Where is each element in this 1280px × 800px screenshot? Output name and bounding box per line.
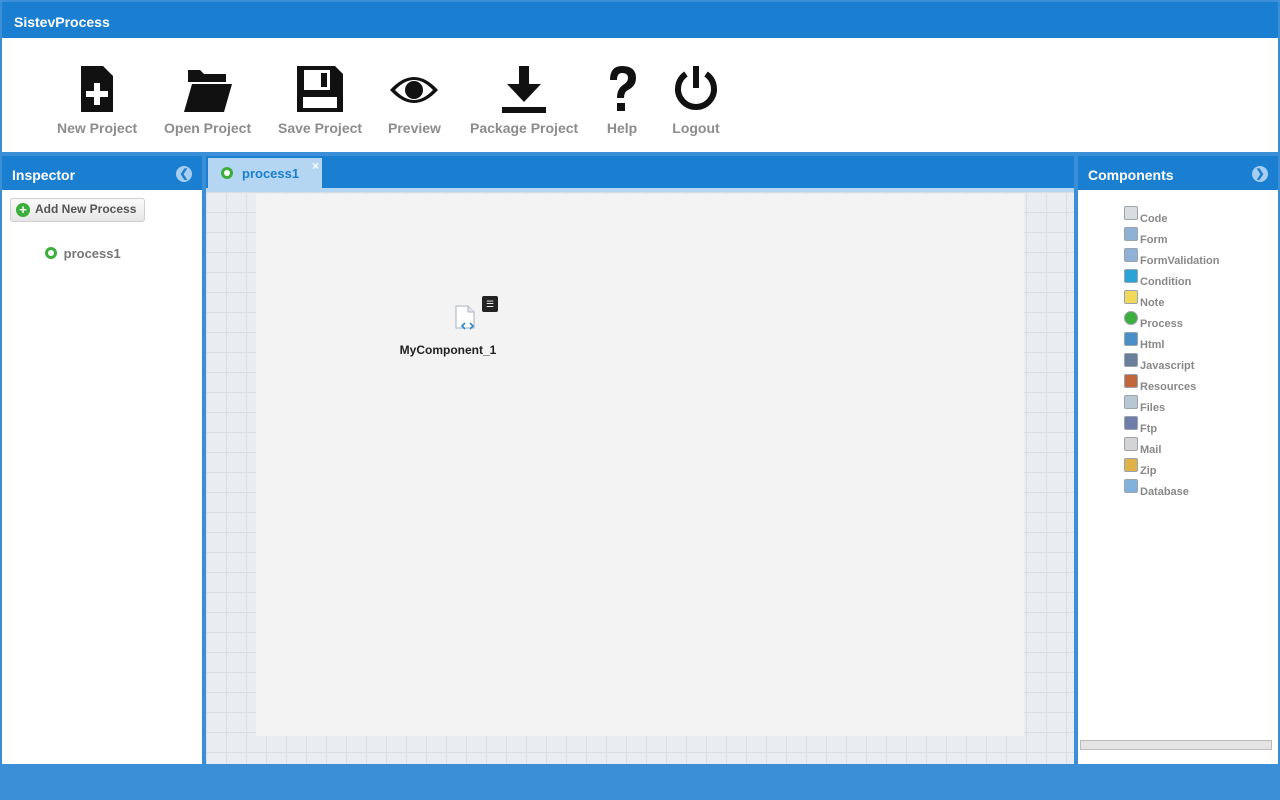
components-list: Code Form FormValidation Condition Note Proce… (1124, 206, 1219, 500)
component-item[interactable]: Database (1124, 479, 1219, 500)
canvas-page[interactable]: MyComponent_1 ☰ (256, 194, 1024, 736)
add-new-process-label: Add New Process (35, 202, 137, 216)
components-header: Components ❯ (1078, 156, 1278, 190)
collapse-right-icon[interactable]: ❯ (1252, 166, 1268, 182)
add-new-process-button[interactable]: + Add New Process (10, 198, 146, 222)
component-item-label: Database (1140, 486, 1189, 498)
note-icon (1124, 290, 1138, 304)
editor-area: process1 × MyComponent_1 ☰ (206, 156, 1074, 764)
logout-button[interactable]: Logout (672, 64, 720, 136)
component-item-label: Mail (1140, 444, 1162, 456)
component-item[interactable]: FormValidation (1124, 248, 1219, 269)
component-item-label: Html (1140, 339, 1165, 351)
new-project-label: New Project (57, 120, 138, 136)
component-item[interactable]: Condition (1124, 269, 1219, 290)
new-project-button[interactable]: New Project (57, 64, 137, 136)
inspector-title: Inspector (12, 167, 76, 183)
component-item-label: Zip (1140, 465, 1157, 477)
help-label: Help (606, 120, 638, 136)
eye-icon (390, 77, 439, 103)
component-item[interactable]: Process (1124, 311, 1219, 332)
component-item[interactable]: Files (1124, 395, 1219, 416)
mail-icon (1124, 437, 1138, 451)
add-icon: + (16, 203, 30, 217)
save-icon (297, 66, 344, 112)
component-item-label: Javascript (1140, 360, 1195, 372)
package-project-label: Package Project (470, 120, 579, 136)
help-button[interactable]: Help (604, 64, 640, 136)
title-bar: SistevProcess (0, 0, 1280, 40)
preview-label: Preview (388, 120, 441, 136)
folder-open-icon (183, 70, 232, 112)
power-icon (675, 66, 717, 110)
component-settings-icon[interactable]: ☰ (482, 296, 498, 312)
ftp-icon (1124, 416, 1138, 430)
horizontal-scrollbar[interactable] (1080, 740, 1272, 750)
component-item-label: Condition (1140, 276, 1192, 288)
help-icon (610, 66, 636, 111)
components-title: Components (1088, 167, 1174, 183)
form-icon (1124, 227, 1138, 241)
component-item[interactable]: Code (1124, 206, 1219, 227)
component-item-label: FormValidation (1140, 255, 1220, 267)
main-toolbar: New Project Open Project Save Project Pr… (2, 38, 1278, 152)
tab-close-icon[interactable]: × (312, 159, 319, 173)
tree-item-label: process1 (63, 246, 121, 261)
status-footer (0, 764, 1280, 800)
component-item-label: Files (1140, 402, 1166, 414)
component-item-label: Process (1140, 318, 1183, 330)
tab-process1[interactable]: process1 × (208, 158, 322, 188)
condition-icon (1124, 269, 1138, 283)
download-icon (502, 66, 547, 113)
components-panel: Components ❯ Code Form FormValidation Condi… (1078, 156, 1278, 764)
form-validation-icon (1124, 248, 1138, 262)
inspector-header: Inspector ❮ (2, 156, 202, 190)
package-project-button[interactable]: Package Project (470, 64, 578, 136)
tree-item-process1[interactable]: process1 (44, 246, 121, 261)
zip-icon (1124, 458, 1138, 472)
preview-button[interactable]: Preview (388, 64, 441, 136)
component-item[interactable]: Mail (1124, 437, 1219, 458)
resources-icon (1124, 374, 1138, 388)
component-item-label: Note (1140, 297, 1165, 309)
app-title: SistevProcess (14, 14, 110, 30)
logout-label: Logout (672, 120, 720, 136)
process-icon (45, 247, 57, 259)
javascript-icon (1124, 353, 1138, 367)
component-item-label: Form (1140, 234, 1168, 246)
component-item[interactable]: Form (1124, 227, 1219, 248)
open-project-label: Open Project (164, 120, 252, 136)
component-item[interactable]: Html (1124, 332, 1219, 353)
component-item[interactable]: Resources (1124, 374, 1219, 395)
new-file-icon (81, 66, 114, 112)
code-file-icon (455, 305, 475, 330)
process-icon (1124, 311, 1138, 325)
component-item[interactable]: Javascript (1124, 353, 1219, 374)
canvas-grid[interactable]: MyComponent_1 ☰ (206, 188, 1074, 764)
component-item-label: Ftp (1140, 423, 1158, 435)
collapse-left-icon[interactable]: ❮ (176, 166, 192, 182)
save-project-label: Save Project (278, 120, 363, 136)
component-item[interactable]: Zip (1124, 458, 1219, 479)
html-icon (1124, 332, 1138, 346)
files-icon (1124, 395, 1138, 409)
component-item[interactable]: Note (1124, 290, 1219, 311)
component-node-label: MyComponent_1 (399, 343, 497, 357)
code-icon (1124, 206, 1138, 220)
database-icon (1124, 479, 1138, 493)
inspector-panel: Inspector ❮ + Add New Process process1 (2, 156, 202, 764)
component-item-label: Resources (1140, 381, 1197, 393)
component-item[interactable]: Ftp (1124, 416, 1219, 437)
tab-label: process1 (242, 166, 300, 181)
component-item-label: Code (1140, 213, 1168, 225)
open-project-button[interactable]: Open Project (164, 64, 251, 136)
save-project-button[interactable]: Save Project (278, 64, 362, 136)
process-icon (221, 167, 233, 179)
